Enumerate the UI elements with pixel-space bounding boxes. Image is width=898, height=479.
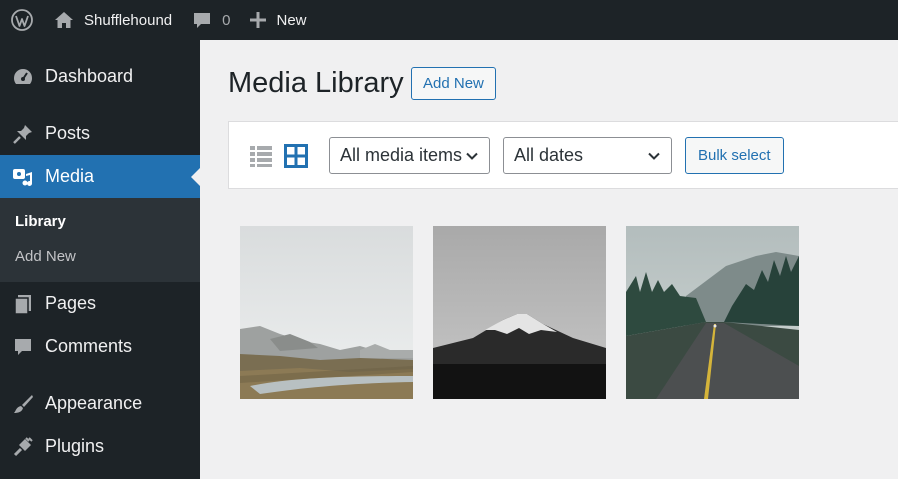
pin-icon <box>10 121 36 147</box>
media-toolbar: All media items All dates Bulk select <box>228 121 898 189</box>
new-label: New <box>276 11 307 29</box>
pages-icon <box>10 291 36 317</box>
submenu-item-add-new[interactable]: Add New <box>0 239 200 274</box>
menu-item-pages[interactable]: Pages <box>0 282 200 325</box>
menu-item-appearance[interactable]: Appearance <box>0 382 200 425</box>
new-content-link[interactable]: New <box>240 0 316 40</box>
dashboard-icon <box>10 64 36 90</box>
add-new-button[interactable]: Add New <box>411 67 496 100</box>
main-content: Media Library Add New All media items Al… <box>200 40 898 479</box>
chevron-down-icon <box>648 152 660 160</box>
list-view-icon[interactable] <box>249 144 273 168</box>
site-name-link[interactable]: Shufflehound <box>44 0 182 40</box>
media-icon <box>10 164 36 190</box>
media-thumbnail[interactable] <box>433 226 606 399</box>
menu-label-plugins: Plugins <box>45 436 105 456</box>
wordpress-logo-icon[interactable] <box>0 0 44 40</box>
menu-item-media[interactable]: Media <box>0 155 200 198</box>
menu-label-posts: Posts <box>45 123 91 143</box>
admin-sidebar: Dashboard Posts Media Library Add New Pa… <box>0 40 200 479</box>
date-filter-value: All dates <box>514 145 584 165</box>
grid-view-icon[interactable] <box>284 144 308 168</box>
admin-bar: Shufflehound 0 New <box>0 0 898 40</box>
menu-label-dashboard: Dashboard <box>45 66 134 86</box>
comment-icon <box>194 13 211 28</box>
media-thumbnail[interactable] <box>240 226 413 399</box>
date-filter[interactable]: All dates <box>503 137 672 174</box>
menu-item-comments[interactable]: Comments <box>0 325 200 368</box>
comments-count: 0 <box>222 11 231 29</box>
comment-icon <box>10 334 36 360</box>
site-name: Shufflehound <box>84 11 173 29</box>
page-title: Media Library <box>228 67 404 99</box>
plug-icon <box>10 434 36 460</box>
menu-item-plugins[interactable]: Plugins <box>0 425 200 468</box>
comments-link[interactable]: 0 <box>182 0 240 40</box>
brush-icon <box>10 391 36 417</box>
menu-label-comments: Comments <box>45 336 133 356</box>
home-icon <box>55 12 73 28</box>
media-thumbnail[interactable] <box>626 226 799 399</box>
menu-item-dashboard[interactable]: Dashboard <box>0 55 200 98</box>
menu-item-posts[interactable]: Posts <box>0 112 200 155</box>
submenu-item-library[interactable]: Library <box>0 204 200 239</box>
media-type-filter[interactable]: All media items <box>329 137 490 174</box>
menu-label-media: Media <box>45 166 95 186</box>
menu-label-appearance: Appearance <box>45 393 143 413</box>
plus-icon <box>250 12 267 28</box>
bulk-select-button[interactable]: Bulk select <box>685 137 784 174</box>
media-type-filter-value: All media items <box>340 145 463 165</box>
menu-label-pages: Pages <box>45 293 97 313</box>
media-submenu: Library Add New <box>0 198 200 282</box>
chevron-down-icon <box>466 152 478 160</box>
